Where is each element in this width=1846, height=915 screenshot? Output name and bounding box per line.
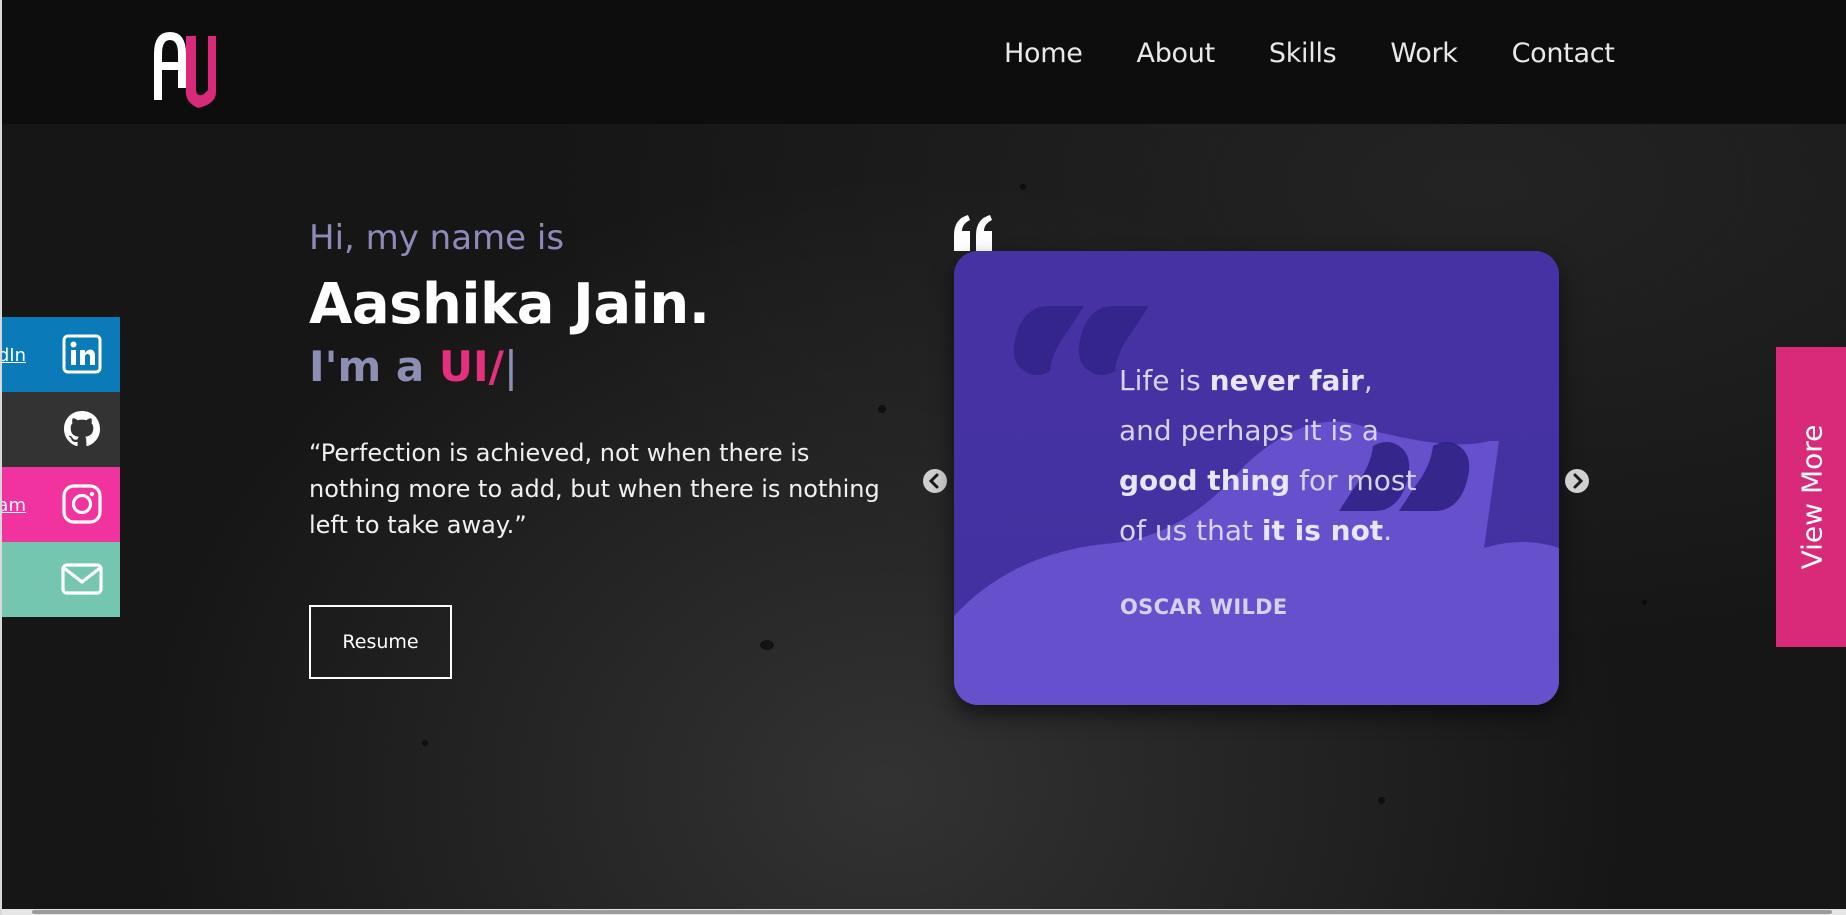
- nav-about[interactable]: About: [1137, 36, 1216, 72]
- mail-icon: [61, 563, 103, 595]
- slide-quote-emphasis: it is not: [1261, 514, 1384, 547]
- slide-quote-text: of us that: [1119, 514, 1262, 547]
- social-linkedin[interactable]: LinkedIn: [2, 317, 120, 392]
- chevron-right-icon: [1573, 473, 1584, 489]
- social-instagram[interactable]: Instagram: [2, 467, 120, 542]
- carousel-next-button[interactable]: [1565, 469, 1589, 493]
- view-more-label: View More: [1795, 424, 1829, 570]
- texture-speck: [1378, 797, 1385, 804]
- view-more-tab[interactable]: View More: [1776, 347, 1846, 647]
- nav-contact[interactable]: Contact: [1512, 36, 1615, 72]
- linkedin-icon: [62, 334, 102, 374]
- role-typed-text: UI/: [438, 342, 504, 391]
- hero-name: Aashika Jain.: [309, 272, 710, 337]
- social-github[interactable]: [2, 392, 120, 467]
- navbar: Home About Skills Work Contact: [2, 0, 1846, 124]
- carousel-slide: Life is never fair, and perhaps it is a …: [954, 251, 1559, 705]
- main-nav: Home About Skills Work Contact: [1004, 36, 1669, 72]
- slide-quote-text: .: [1383, 514, 1393, 547]
- texture-speck: [1642, 600, 1647, 605]
- social-linkedin-label[interactable]: LinkedIn: [2, 345, 26, 366]
- slide-quote-text: and perhaps it is a: [1119, 414, 1379, 447]
- slide-quote-text: for most: [1290, 464, 1417, 497]
- slide-author: OSCAR WILDE: [1120, 595, 1288, 619]
- slide-quote-emphasis: never fair: [1209, 364, 1364, 397]
- quote-icon: [954, 215, 992, 251]
- hero-role: I'm a UI/|: [309, 341, 889, 393]
- chevron-left-icon: [928, 473, 939, 489]
- role-prefix: I'm a: [309, 342, 439, 391]
- slide-quote-text: Life is: [1119, 364, 1210, 397]
- social-instagram-label[interactable]: Instagram: [2, 495, 26, 516]
- slide-quote-text: ,: [1363, 364, 1373, 397]
- logo[interactable]: [150, 28, 218, 108]
- texture-speck: [422, 740, 428, 746]
- slide-quote-emphasis: good thing: [1119, 464, 1291, 497]
- hero-intro: Hi, my name is Aashika Jain. I'm a UI/| …: [309, 215, 889, 679]
- greeting: Hi, my name is: [309, 218, 565, 258]
- carousel-prev-button[interactable]: [923, 469, 947, 493]
- nav-skills[interactable]: Skills: [1269, 36, 1337, 72]
- instagram-icon: [62, 484, 102, 524]
- nav-work[interactable]: Work: [1390, 36, 1457, 72]
- hero-quote: “Perfection is achieved, not when there …: [309, 439, 880, 539]
- social-mail[interactable]: [2, 542, 120, 617]
- slide-quote: Life is never fair, and perhaps it is a …: [1119, 356, 1449, 556]
- horizontal-scrollbar[interactable]: [2, 909, 1846, 915]
- social-sidebar: LinkedIn Instagram: [2, 317, 120, 617]
- typing-cursor: |: [503, 342, 519, 391]
- github-icon: [64, 411, 100, 447]
- resume-button[interactable]: Resume: [309, 605, 452, 679]
- scrollbar-thumb[interactable]: [32, 910, 1832, 914]
- texture-speck: [1020, 184, 1026, 190]
- nav-home[interactable]: Home: [1004, 36, 1083, 72]
- texture-speck: [760, 640, 774, 650]
